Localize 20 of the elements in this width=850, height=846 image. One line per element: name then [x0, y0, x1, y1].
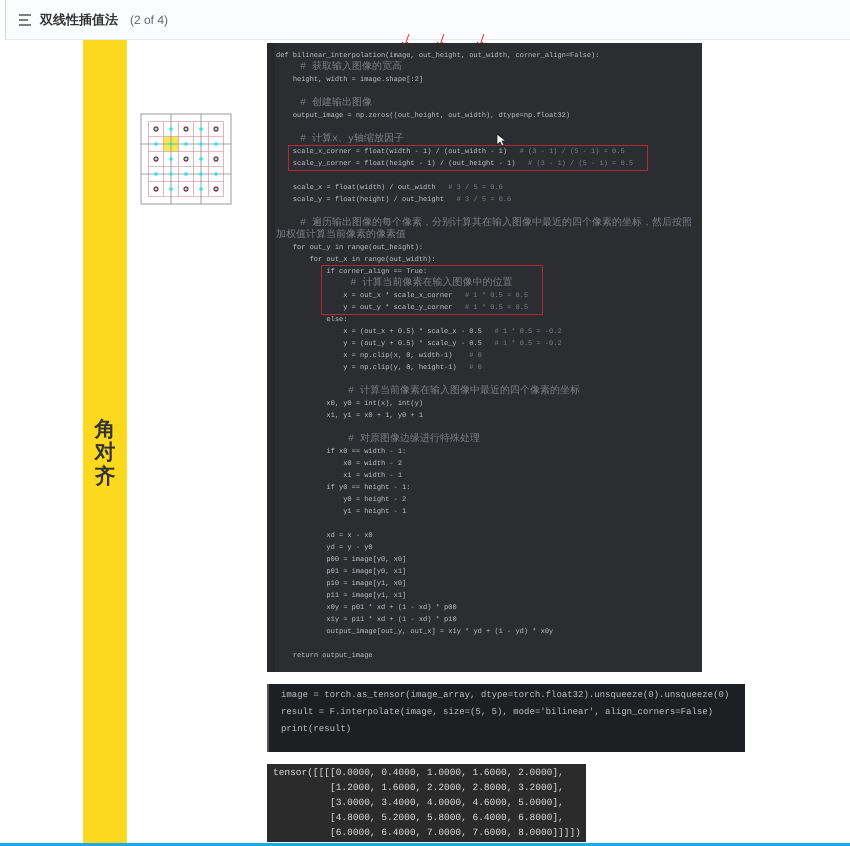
page-counter: (2 of 4): [130, 12, 168, 28]
output-line: [6.0000, 6.4000, 7.0000, 7.6000, 8.0000]]]]): [329, 826, 581, 840]
code-comment: # 遍历输出图像的每个像素，分别计算其在输入图像中最近的四个像素的坐标，然后按照加权值计算当前像素的像素值: [276, 218, 694, 242]
menu-icon[interactable]: [18, 14, 32, 26]
code-comment: # 计算当前像素在输入图像中的位置: [349, 278, 512, 290]
code-comment: # 获取输入图像的宽高: [299, 62, 402, 74]
output-line: [3.0000, 3.4000, 4.0000, 4.6000, 5.0000],: [329, 796, 564, 810]
code-line: print(result): [281, 723, 352, 736]
code-comment: # 创建输出图像: [299, 98, 372, 110]
code-line: image = torch.as_tensor(image_array, dtype=torch.float32).unsqueeze(0).unsqueeze(0): [281, 689, 730, 702]
output-line: tensor([[[[0.0000, 0.4000, 1.0000, 1.6000, 2.0000],: [273, 766, 564, 780]
output-line: [4.8000, 5.2000, 5.8000, 6.4000, 6.8000],: [329, 811, 564, 825]
code-comment: # 对原图像边缘进行特殊处理: [347, 434, 480, 446]
side-label: 角对齐: [94, 418, 116, 488]
document-title: 双线性插值法: [40, 10, 118, 29]
code-line: result = F.interpolate(image, size=(5, 5), mode='bilinear', align_corners=False): [281, 706, 714, 719]
output-line: [1.2000, 1.6000, 2.2000, 2.8000, 3.2000],: [329, 781, 564, 795]
code-comment: # 计算x、y轴缩放因子: [299, 134, 404, 146]
cursor-icon: [496, 133, 506, 147]
code-comment: # 计算当前像素在输入图像中最近的四个像素的坐标: [347, 386, 580, 398]
